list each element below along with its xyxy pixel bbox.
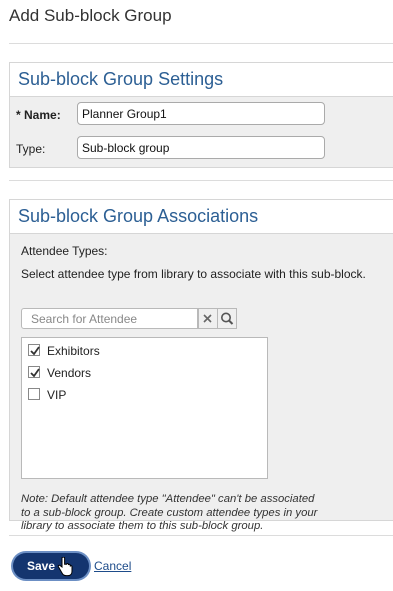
checkmark-icon — [30, 368, 40, 378]
list-item-label: Vendors — [47, 366, 92, 380]
vip-checkbox[interactable] — [28, 388, 40, 400]
associations-panel-heading: Sub-block Group Associations — [10, 200, 393, 234]
attendee-types-label: Attendee Types: — [21, 244, 108, 258]
divider — [9, 43, 393, 44]
note-line: to a sub-block group. Create custom atte… — [21, 506, 318, 519]
type-field[interactable]: Sub-block group — [77, 136, 325, 159]
settings-panel: Sub-block Group Settings * Name: Planner… — [9, 62, 393, 168]
association-note: Note: Default attendee type "Attendee" c… — [21, 493, 381, 534]
divider — [9, 180, 393, 181]
hand-pointer-icon — [57, 557, 73, 577]
note-line: library to associate them to this sub-bl… — [21, 520, 264, 532]
instruction-text: Select attendee type from library to ass… — [21, 267, 366, 281]
type-label: Type: — [16, 142, 46, 156]
divider — [9, 535, 393, 536]
checkmark-icon — [30, 346, 40, 356]
search-button[interactable] — [217, 308, 237, 329]
name-label: * Name: — [16, 108, 61, 122]
name-field[interactable]: Planner Group1 — [77, 102, 325, 125]
exhibitors-checkbox[interactable] — [28, 344, 40, 356]
note-line: Note: Default attendee type "Attendee" c… — [21, 493, 315, 505]
cancel-link[interactable]: Cancel — [94, 559, 131, 573]
associations-panel: Sub-block Group Associations Attendee Ty… — [9, 199, 393, 532]
clear-search-button[interactable] — [198, 308, 218, 329]
list-item-label: VIP — [47, 388, 67, 402]
close-icon — [203, 314, 212, 323]
attendee-type-list[interactable]: Exhibitors Vendors VIP — [21, 337, 268, 479]
save-button[interactable]: Save — [13, 553, 89, 579]
attendee-search-input[interactable]: Search for Attendee — [21, 308, 198, 329]
page-title: Add Sub-block Group — [9, 6, 172, 25]
search-icon — [221, 312, 234, 325]
save-button-label: Save — [27, 559, 56, 573]
vendors-checkbox[interactable] — [28, 366, 40, 378]
list-item-label: Exhibitors — [47, 344, 100, 358]
settings-panel-heading: Sub-block Group Settings — [10, 63, 393, 97]
